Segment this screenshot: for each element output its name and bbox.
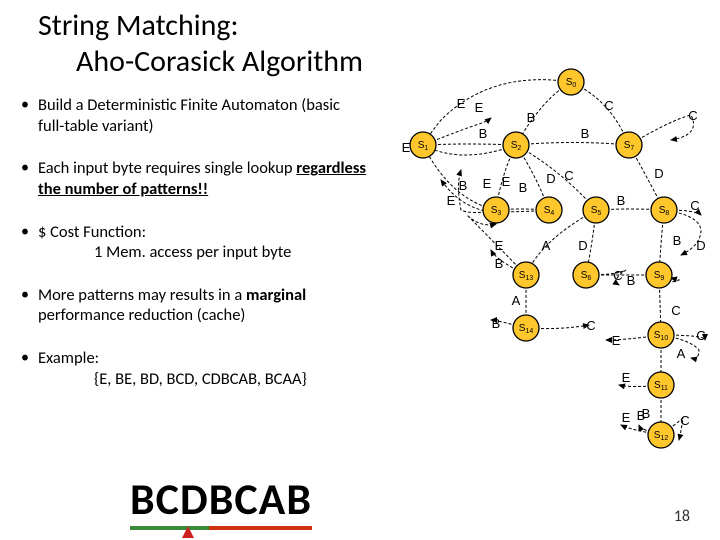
edge-label: B: [495, 256, 504, 271]
edge-label: B: [673, 233, 682, 248]
example-seg-1: BCD: [130, 472, 209, 530]
edge-label: C: [604, 98, 613, 113]
edge-label: B: [492, 316, 501, 331]
edge-label: D: [696, 238, 705, 253]
edge-label: B: [581, 126, 590, 141]
edge-label: C: [613, 268, 622, 283]
edge-label: E: [402, 140, 411, 155]
slide-number: 18: [674, 507, 690, 526]
edge-label: D: [654, 166, 663, 181]
edge-label: B: [617, 193, 626, 208]
edge-label: B: [519, 180, 528, 195]
edge-label: A: [677, 346, 686, 361]
edge-label: A: [542, 238, 551, 253]
edge-label: B: [637, 408, 646, 423]
automaton-diagram: EBCEBEEDCBDCEBEBADBBCDEBABCCBCEACEBECBS0…: [361, 60, 716, 480]
edge: [423, 144, 516, 145]
edge-label: B: [479, 126, 488, 141]
edge: [423, 145, 516, 155]
bullet-list: Build a Deterministic Finite Automaton (…: [16, 95, 366, 411]
bullet-3: $ Cost Function: 1 Mem. access per input…: [16, 222, 366, 263]
title-line-1: String Matching:: [38, 8, 720, 44]
edge-label: B: [459, 178, 468, 193]
edge-label: C: [586, 318, 595, 333]
edge: [423, 80, 571, 145]
edge-label: A: [512, 293, 521, 308]
edge-label: E: [447, 193, 456, 208]
edge-label: C: [564, 168, 573, 183]
edge-label: D: [578, 238, 587, 253]
edge-label: C: [688, 108, 697, 123]
edge-label: D: [546, 171, 555, 186]
edge-label: E: [502, 174, 511, 189]
edge-label: C: [671, 303, 680, 318]
edge-label: E: [622, 410, 631, 425]
bullet-5: Example: {E, BE, BD, BCD, CDBCAB, BCAA}: [16, 348, 366, 389]
pointer-arrow-icon: [182, 526, 194, 538]
edge-label: C: [696, 328, 705, 343]
edge-label: C: [690, 198, 699, 213]
edge-label: E: [475, 100, 484, 115]
edge-label: B: [627, 273, 636, 288]
bullet-4: More patterns may results in a marginal …: [16, 285, 366, 326]
edge: [516, 143, 629, 146]
example-word: BCDBCAB: [130, 472, 312, 526]
edge-label: B: [527, 110, 536, 125]
edge-label: E: [483, 176, 492, 191]
edge-label: E: [457, 96, 466, 111]
edge-label: C: [680, 413, 689, 428]
bullet-1: Build a Deterministic Finite Automaton (…: [16, 95, 366, 136]
bullet-2: Each input byte requires single lookup r…: [16, 158, 366, 199]
edge-label: E: [622, 370, 631, 385]
edge-label: E: [612, 333, 621, 348]
edge-label: E: [495, 238, 504, 253]
example-seg-2: BCAB: [209, 472, 312, 530]
